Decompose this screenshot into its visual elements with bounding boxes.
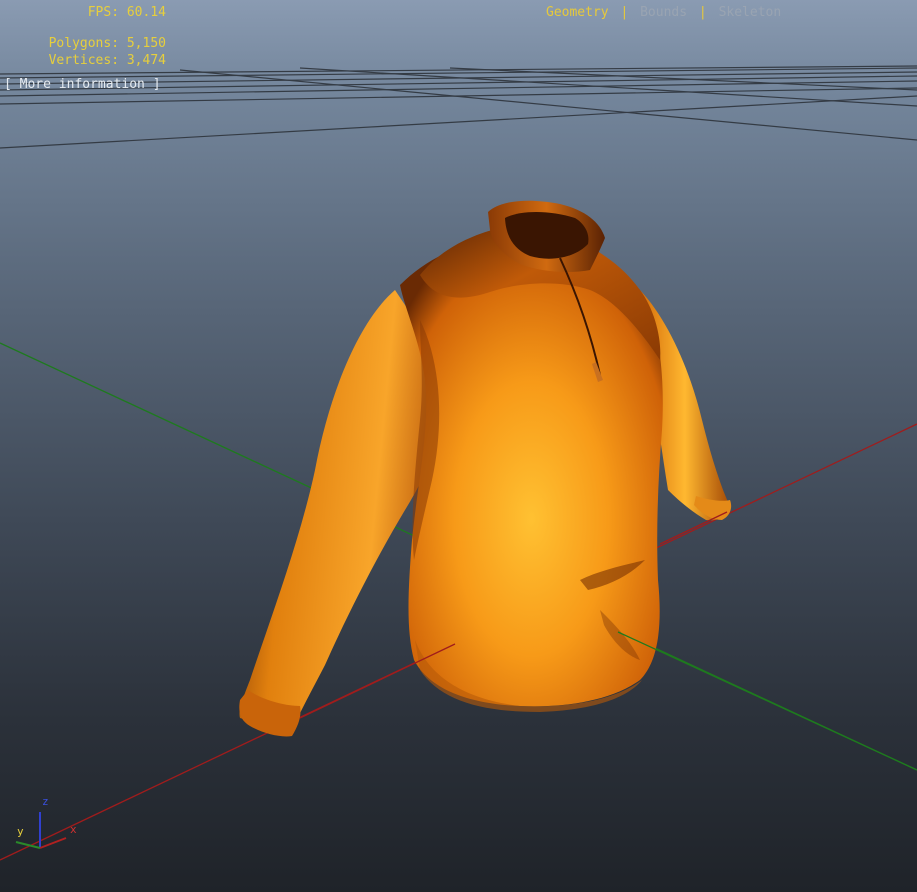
3d-viewport[interactable]: FPS: 60.14 Polygons: 5,150 Vertices: 3,4… <box>0 0 917 892</box>
view-mode-tabs: Geometry | Bounds | Skeleton <box>546 4 781 21</box>
vertex-count: Vertices: 3,474 <box>48 53 166 68</box>
x-axis-label: x <box>70 823 77 836</box>
axis-orientation-gizmo: z x y <box>8 790 88 860</box>
z-axis-label: z <box>42 795 49 808</box>
fps-readout: FPS: 60.14 <box>87 5 166 20</box>
tab-skeleton[interactable]: Skeleton <box>719 5 782 20</box>
tab-separator: | <box>698 5 707 20</box>
more-information-link[interactable]: [ More information ] <box>4 76 161 93</box>
stats-panel: FPS: 60.14 Polygons: 5,150 Vertices: 3,4… <box>0 4 166 69</box>
tab-bounds[interactable]: Bounds <box>640 5 687 20</box>
tab-geometry[interactable]: Geometry <box>546 5 609 20</box>
polygon-count: Polygons: 5,150 <box>48 36 166 51</box>
tab-separator: | <box>620 5 629 20</box>
y-axis-label: y <box>17 825 24 838</box>
scene-canvas[interactable] <box>0 0 917 892</box>
hoodie-3d-model <box>239 200 732 737</box>
